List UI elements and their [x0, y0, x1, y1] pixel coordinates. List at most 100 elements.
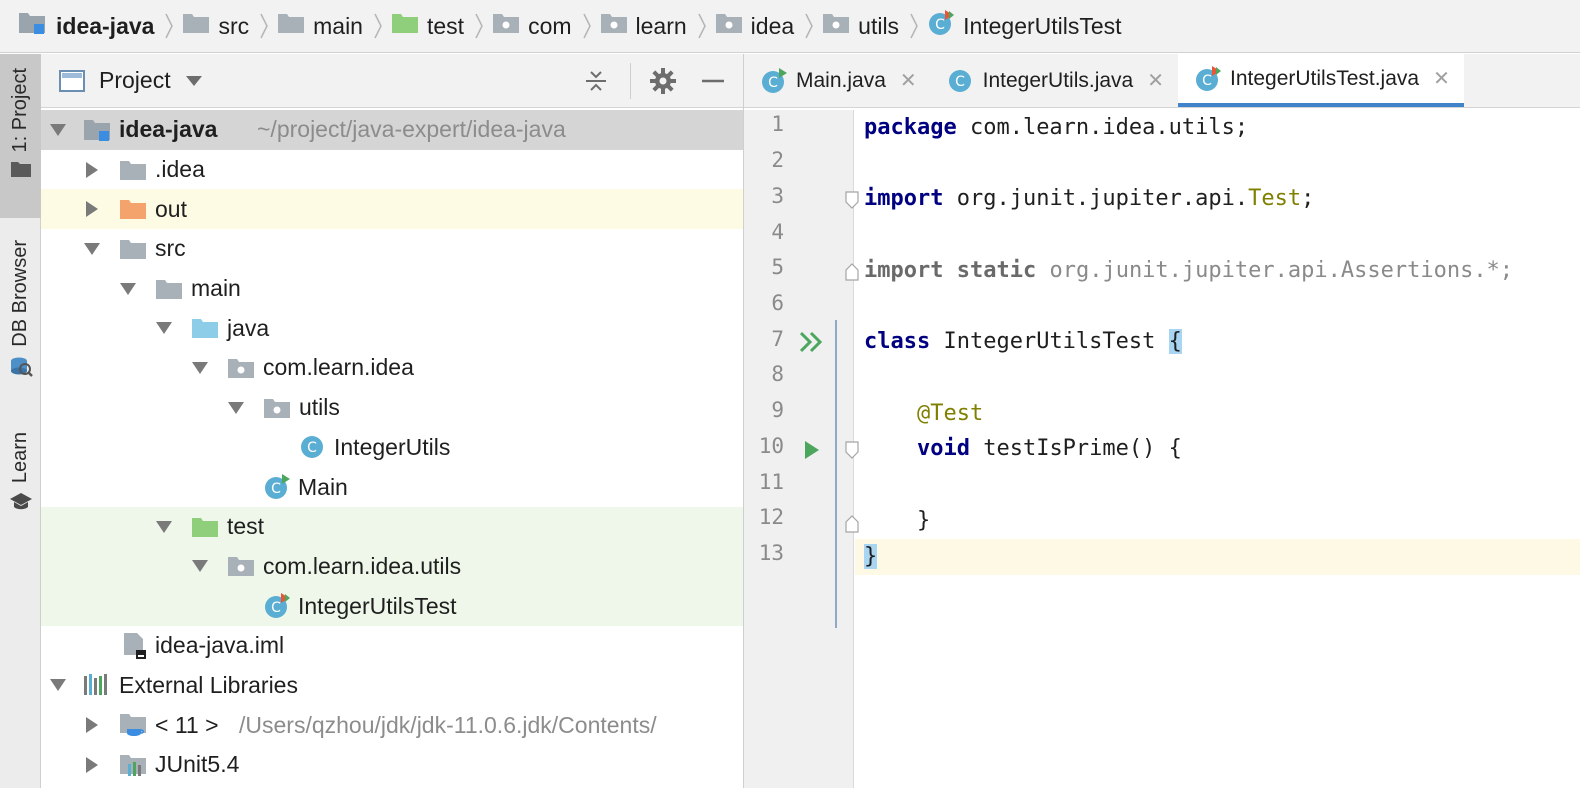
- tree-item-external-libraries[interactable]: External Libraries: [41, 666, 743, 706]
- breadcrumb-item-src[interactable]: src: [182, 0, 277, 52]
- tree-item-idea-folder[interactable]: .idea: [41, 150, 743, 190]
- tab-integerutilstest-java[interactable]: C IntegerUtilsTest.java ✕: [1178, 54, 1464, 107]
- tool-tab-db-browser-label: DB Browser: [9, 240, 31, 347]
- line-number: 13: [758, 541, 784, 565]
- gear-icon[interactable]: [645, 63, 681, 99]
- tree-item-junit[interactable]: JUnit5.4: [41, 745, 743, 785]
- triangle-down-icon[interactable]: [119, 280, 137, 298]
- tree-item-label: com.learn.idea: [263, 354, 414, 381]
- library-icon: [83, 673, 111, 697]
- toolbar-divider: [630, 63, 631, 99]
- chevron-right-icon: [804, 12, 814, 40]
- tree-item-idea-java[interactable]: idea-java ~/project/java-expert/idea-jav…: [41, 110, 743, 150]
- breadcrumb-item-com[interactable]: com: [492, 0, 599, 52]
- triangle-down-icon[interactable]: [49, 121, 67, 139]
- tool-tab-project[interactable]: 1: Project: [0, 54, 41, 218]
- code-text: testIsPrime() {: [969, 436, 1182, 461]
- tool-tab-db-browser[interactable]: DB Browser: [0, 240, 41, 390]
- breadcrumb-item-integerutilstest[interactable]: C IntegerUtilsTest: [927, 0, 1122, 52]
- breadcrumb-item-idea[interactable]: idea: [715, 0, 822, 52]
- tree-item-com-learn-idea-utils[interactable]: com.learn.idea.utils: [41, 546, 743, 587]
- close-icon[interactable]: ✕: [900, 68, 917, 93]
- line-number: 11: [758, 470, 784, 494]
- package-icon: [600, 11, 628, 41]
- keyword: import: [864, 258, 944, 283]
- editor-gutter[interactable]: 1 2 3 4 5 6 7 8 9 10 11 12 13: [744, 110, 859, 788]
- triangle-right-icon[interactable]: [83, 756, 101, 774]
- tree-item-label: < 11 >: [155, 711, 219, 738]
- breadcrumb-label: src: [218, 12, 250, 39]
- tool-tab-learn[interactable]: Learn: [0, 432, 41, 532]
- tree-item-main-class[interactable]: C Main: [41, 467, 743, 507]
- triangle-down-icon[interactable]: [83, 240, 101, 258]
- triangle-down-icon[interactable]: [155, 319, 173, 337]
- tree-item-java[interactable]: java: [41, 308, 743, 348]
- triangle-right-icon[interactable]: [83, 200, 101, 218]
- code-line: @Test: [855, 396, 1580, 432]
- svg-text:C: C: [271, 481, 281, 497]
- breadcrumb-label: IntegerUtilsTest: [963, 12, 1122, 39]
- tree-item-label: .idea: [155, 156, 205, 183]
- svg-text:C: C: [271, 600, 281, 616]
- tree-item-com-learn-idea[interactable]: com.learn.idea: [41, 348, 743, 388]
- svg-text:C: C: [935, 17, 945, 33]
- triangle-down-icon[interactable]: [191, 557, 209, 575]
- triangle-right-icon[interactable]: [83, 161, 101, 179]
- breadcrumb-item-utils[interactable]: utils: [822, 0, 927, 52]
- tree-item-jdk-11[interactable]: < 11 > /Users/qzhou/jdk/jdk-11.0.6.jdk/C…: [41, 705, 743, 745]
- hide-panel-icon[interactable]: [695, 63, 731, 99]
- breadcrumb-item-test[interactable]: test: [391, 0, 492, 52]
- triangle-down-icon[interactable]: [227, 399, 245, 417]
- breadcrumb-label: test: [426, 12, 465, 39]
- tree-item-path: ~/project/java-expert/idea-java: [257, 116, 566, 143]
- folder-icon: [155, 277, 183, 301]
- close-icon[interactable]: ✕: [1147, 68, 1164, 93]
- tree-item-idea-java-iml[interactable]: idea-java.iml: [41, 626, 743, 666]
- tree-item-utils[interactable]: utils: [41, 388, 743, 428]
- tab-integerutils-java[interactable]: C IntegerUtils.java ✕: [931, 54, 1178, 107]
- editor-tabs: C Main.java ✕ C IntegerUtils.java ✕ C In…: [744, 54, 1580, 108]
- runnable-class-icon: C: [263, 473, 291, 501]
- line-number: 12: [758, 505, 784, 529]
- breadcrumb-item-learn[interactable]: learn: [600, 0, 715, 52]
- matched-brace: {: [1168, 329, 1182, 354]
- code-text: org.junit.jupiter.api.: [943, 186, 1249, 211]
- tree-item-label: JUnit5.4: [155, 751, 240, 778]
- triangle-right-icon[interactable]: [83, 716, 101, 734]
- breadcrumb-item-idea-java[interactable]: idea-java: [18, 0, 182, 52]
- collapse-all-icon[interactable]: [578, 63, 614, 99]
- line-number: 7: [771, 327, 784, 351]
- run-test-icon[interactable]: [801, 437, 823, 463]
- code-area[interactable]: package com.learn.idea.utils; import org…: [855, 110, 1580, 788]
- close-icon[interactable]: ✕: [1433, 66, 1450, 91]
- chevron-down-icon[interactable]: [185, 75, 203, 87]
- triangle-down-icon[interactable]: [191, 359, 209, 377]
- chevron-right-icon: [697, 12, 707, 40]
- folder-icon: [182, 11, 210, 41]
- tree-item-integerutilstest[interactable]: C IntegerUtilsTest: [41, 586, 743, 626]
- triangle-down-icon[interactable]: [155, 518, 173, 536]
- package-icon: [492, 11, 520, 41]
- unused-import-text: org.junit.jupiter.api.Assertions.*;: [1049, 258, 1514, 283]
- tree-item-integerutils[interactable]: C IntegerUtils: [41, 428, 743, 468]
- tree-item-label: idea-java.iml: [155, 632, 285, 659]
- breadcrumb-label: learn: [635, 12, 687, 39]
- module-folder-icon: [18, 10, 48, 42]
- source-folder-icon: [191, 316, 219, 340]
- breadcrumb-item-main[interactable]: main: [277, 0, 391, 52]
- tree-item-out[interactable]: out: [41, 189, 743, 230]
- project-view-selector[interactable]: Project: [99, 67, 171, 94]
- triangle-down-icon[interactable]: [49, 676, 67, 694]
- test-class-icon: C: [1194, 65, 1222, 93]
- annotation: @Test: [916, 401, 984, 426]
- tree-item-test[interactable]: test: [41, 506, 743, 547]
- run-test-class-icon[interactable]: [799, 329, 825, 355]
- tab-main-java[interactable]: C Main.java ✕: [744, 54, 931, 107]
- line-number: 3: [771, 184, 784, 208]
- svg-text:C: C: [307, 440, 317, 456]
- tree-item-path: /Users/qzhou/jdk/jdk-11.0.6.jdk/Contents…: [239, 711, 657, 738]
- tree-item-src[interactable]: src: [41, 229, 743, 269]
- tree-item-main[interactable]: main: [41, 269, 743, 309]
- chevron-right-icon: [909, 12, 919, 40]
- tree-item-label: main: [191, 275, 241, 302]
